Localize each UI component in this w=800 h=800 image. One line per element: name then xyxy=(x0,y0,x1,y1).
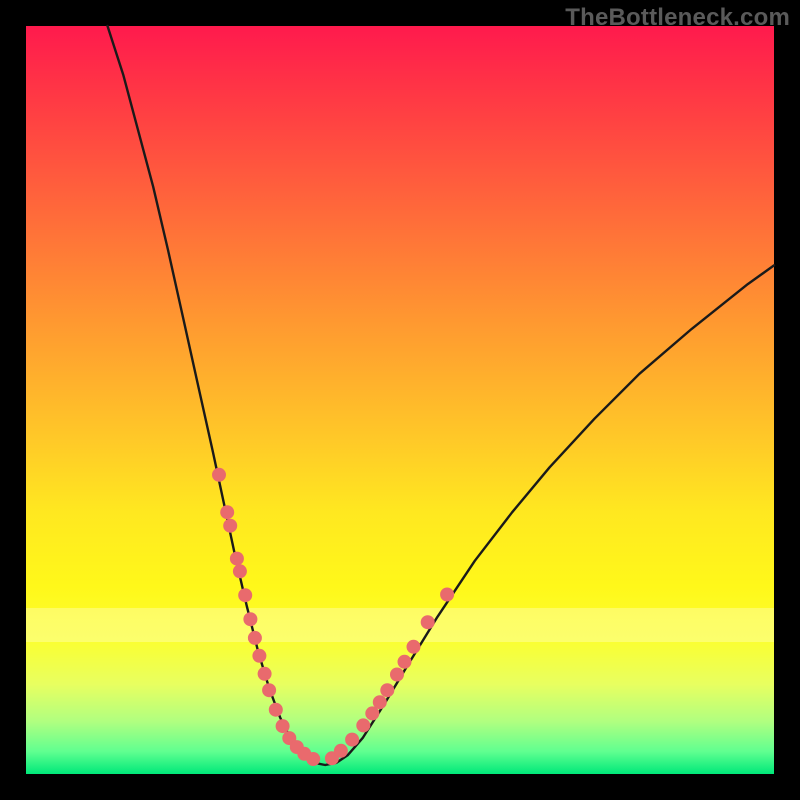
data-point xyxy=(440,588,454,602)
data-point xyxy=(223,519,237,533)
data-point xyxy=(212,468,226,482)
data-point xyxy=(345,733,359,747)
data-point xyxy=(230,552,244,566)
chart-svg xyxy=(0,0,800,800)
data-point xyxy=(233,564,247,578)
data-point xyxy=(356,718,370,732)
data-point xyxy=(258,667,272,681)
dots-layer xyxy=(212,468,454,766)
data-point xyxy=(252,649,266,663)
watermark-text: TheBottleneck.com xyxy=(565,4,790,32)
data-point xyxy=(421,615,435,629)
data-point xyxy=(269,703,283,717)
data-point xyxy=(380,683,394,697)
data-point xyxy=(390,668,404,682)
data-point xyxy=(373,695,387,709)
bottleneck-curve xyxy=(108,26,775,765)
data-point xyxy=(220,505,234,519)
data-point xyxy=(243,612,257,626)
data-point xyxy=(276,719,290,733)
curve-layer xyxy=(108,26,775,765)
data-point xyxy=(334,744,348,758)
data-point xyxy=(248,631,262,645)
data-point xyxy=(398,655,412,669)
data-point xyxy=(262,683,276,697)
data-point xyxy=(306,752,320,766)
data-point xyxy=(238,588,252,602)
data-point xyxy=(407,640,421,654)
